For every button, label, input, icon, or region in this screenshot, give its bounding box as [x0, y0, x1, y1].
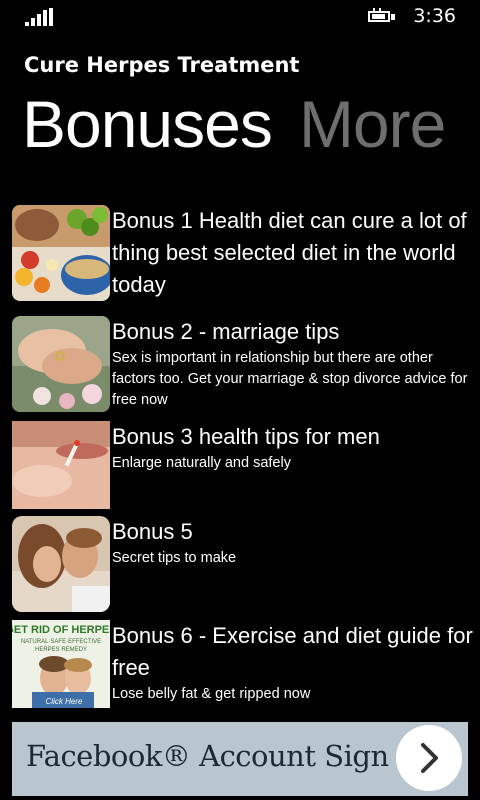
status-time: 3:36 [413, 5, 456, 27]
signal-icon [25, 8, 55, 26]
battery-icon [368, 8, 400, 25]
thumb-tagline: NATURAL·SAFE·EFFECTIVE [21, 639, 101, 645]
thumb-headline: GET RID OF HERPES [12, 624, 110, 636]
pivot-bonuses[interactable]: Bonuses [22, 86, 273, 162]
bonus-3-thumbnail [12, 421, 110, 509]
bonus-5-description: Secret tips to make [112, 550, 237, 566]
bonus-3-description: Enlarge naturally and safely [112, 455, 291, 471]
bonus-5-title: Bonus 5 [112, 519, 193, 544]
bonus-2-thumbnail [12, 316, 110, 412]
thumb-cta: Click Here [46, 697, 83, 706]
bonus-6-title: Bonus 6 - Exercise and diet guide for fr… [112, 623, 473, 680]
bonus-3-title: Bonus 3 health tips for men [112, 424, 380, 449]
ad-banner[interactable]: Facebook® Account Sign Up [12, 722, 468, 796]
list-item-bonus-5[interactable]: Bonus 5 Secret tips to make [12, 516, 472, 612]
bonus-1-title: Bonus 1 Health diet can cure a lot of th… [112, 208, 467, 297]
bonus-6-description: Lose belly fat & get ripped now [112, 686, 311, 702]
pivot-more[interactable]: More [299, 86, 446, 162]
thumb-subline: HERPES REMEDY [35, 647, 87, 653]
status-bar: 3:36 [0, 0, 480, 34]
bonus-2-title: Bonus 2 - marriage tips [112, 319, 340, 344]
list-item-bonus-1[interactable]: Bonus 1 Health diet can cure a lot of th… [12, 205, 472, 305]
pivot-header: Bonuses More [22, 86, 446, 162]
bonus-1-thumbnail [12, 205, 110, 301]
list-item-bonus-3[interactable]: Bonus 3 health tips for men Enlarge natu… [12, 421, 472, 511]
bonus-6-thumbnail: GET RID OF HERPES NATURAL·SAFE·EFFECTIVE… [12, 620, 110, 708]
list-item-bonus-2[interactable]: Bonus 2 - marriage tips Sex is important… [12, 316, 472, 412]
app-title: Cure Herpes Treatment [24, 53, 300, 77]
bonus-5-thumbnail [12, 516, 110, 612]
ad-text: Facebook® Account Sign Up [26, 739, 440, 773]
bonus-2-description: Sex is important in relationship but the… [112, 350, 468, 408]
chevron-right-icon[interactable] [396, 725, 462, 791]
list-item-bonus-6[interactable]: GET RID OF HERPES NATURAL·SAFE·EFFECTIVE… [12, 620, 473, 712]
